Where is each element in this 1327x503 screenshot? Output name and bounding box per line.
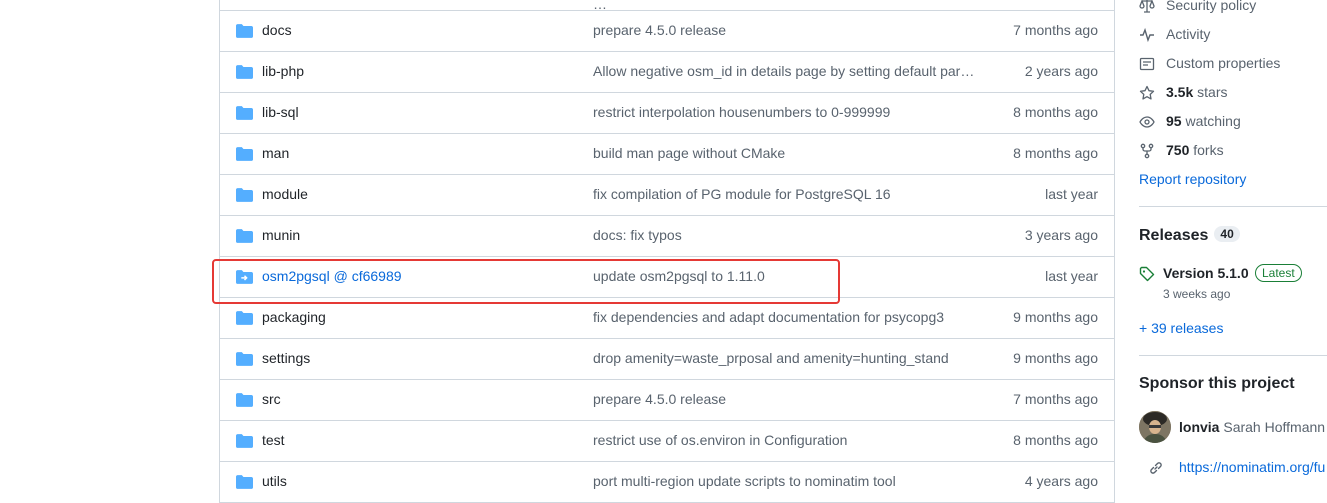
file-name[interactable]: munin (262, 227, 300, 243)
commit-message[interactable]: prepare 4.5.0 release (593, 22, 978, 38)
commit-age: 9 months ago (1013, 350, 1098, 366)
star-icon (1139, 85, 1155, 100)
commit-age: last year (1045, 186, 1098, 202)
stars-count: 3.5k (1166, 84, 1194, 100)
folder-icon (236, 65, 253, 79)
pulse-icon (1140, 27, 1154, 43)
divider (1139, 355, 1327, 356)
file-name[interactable]: settings (262, 350, 310, 366)
file-name[interactable]: packaging (262, 309, 326, 325)
commit-message[interactable]: prepare 4.5.0 release (593, 391, 978, 407)
folder-icon (236, 475, 253, 489)
sponsor-url[interactable]: https://nominatim.org/fu (1179, 459, 1325, 475)
sponsor-avatar[interactable] (1139, 411, 1171, 443)
sponsor-user[interactable]: lonvia Sarah Hoffmann (1179, 419, 1325, 439)
custom-properties-label: Custom properties (1166, 55, 1281, 71)
commit-message[interactable]: docs: fix typos (593, 227, 978, 243)
folder-icon (236, 188, 253, 202)
tag-icon (1139, 266, 1155, 282)
security-policy-label: Security policy (1166, 0, 1257, 13)
commit-message[interactable]: build man page without CMake (593, 145, 978, 161)
sponsor-heading: Sponsor this project (1139, 375, 1295, 392)
commit-message[interactable]: Allow negative osm_id in details page by… (593, 63, 978, 79)
file-row[interactable]: packaging fix dependencies and adapt doc… (220, 298, 1114, 339)
activity-label: Activity (1166, 26, 1211, 42)
folder-icon (236, 393, 253, 407)
file-row[interactable]: munin docs: fix typos 3 years ago (220, 216, 1114, 257)
eye-icon (1139, 116, 1155, 128)
commit-age: 7 months ago (1013, 22, 1098, 38)
file-row[interactable]: module fix compilation of PG module for … (220, 175, 1114, 216)
commit-age: last year (1045, 268, 1098, 284)
file-name[interactable]: module (262, 186, 308, 202)
fork-icon (1140, 143, 1154, 159)
release-date: 3 weeks ago (1163, 287, 1231, 301)
commit-age: 2 years ago (1024, 63, 1098, 79)
divider (1139, 206, 1327, 207)
commit-age: 8 months ago (1013, 145, 1098, 161)
folder-icon (236, 434, 253, 448)
report-repository-link[interactable]: Report repository (1139, 171, 1246, 191)
folder-icon (236, 147, 253, 161)
commit-age: 8 months ago (1013, 104, 1098, 120)
file-name[interactable]: lib-sql (262, 104, 299, 120)
commit-message[interactable]: fix dependencies and adapt documentation… (593, 309, 978, 325)
forks-label: forks (1193, 142, 1224, 158)
file-row[interactable]: test restrict use of os.environ in Confi… (220, 421, 1114, 462)
releases-title: Releases (1139, 227, 1209, 244)
sponsor-username[interactable]: lonvia (1179, 419, 1219, 435)
more-releases-link[interactable]: + 39 releases (1139, 320, 1223, 340)
watching-label: watching (1185, 113, 1241, 129)
watching-count: 95 (1166, 113, 1182, 129)
file-list: … docs prepare 4.5.0 release 7 months ag… (219, 0, 1115, 503)
file-name[interactable]: test (262, 432, 285, 448)
commit-message[interactable]: port multi-region update scripts to nomi… (593, 473, 978, 489)
file-row[interactable]: man build man page without CMake 8 month… (220, 134, 1114, 175)
law-icon (1139, 0, 1155, 13)
file-row[interactable]: src prepare 4.5.0 release 7 months ago (220, 380, 1114, 421)
releases-counter: 40 (1214, 226, 1240, 242)
file-row[interactable]: … (220, 0, 1114, 12)
commit-age: 8 months ago (1013, 432, 1098, 448)
stars-label: stars (1197, 84, 1228, 100)
forks-count: 750 (1166, 142, 1190, 158)
release-name[interactable]: Version 5.1.0 (1163, 265, 1249, 281)
commit-age: 9 months ago (1013, 309, 1098, 325)
folder-icon (236, 106, 253, 120)
file-row[interactable]: utils port multi-region update scripts t… (220, 462, 1114, 503)
commit-message[interactable]: fix compilation of PG module for Postgre… (593, 186, 978, 202)
file-row[interactable]: lib-php Allow negative osm_id in details… (220, 52, 1114, 93)
link-icon (1150, 462, 1162, 474)
file-row[interactable]: settings drop amenity=waste_prposal and … (220, 339, 1114, 380)
commit-age: 4 years ago (1024, 473, 1098, 489)
note-icon (1139, 57, 1155, 71)
folder-icon (236, 24, 253, 38)
avatar-image-icon (1139, 411, 1171, 443)
highlight-box (212, 259, 840, 304)
sponsor-fullname: Sarah Hoffmann (1223, 419, 1326, 435)
file-name[interactable]: utils (262, 473, 287, 489)
releases-heading[interactable]: Releases 40 (1139, 226, 1240, 245)
commit-age: 3 years ago (1024, 227, 1098, 243)
commit-age: 7 months ago (1013, 391, 1098, 407)
file-row[interactable]: lib-sql restrict interpolation housenumb… (220, 93, 1114, 134)
file-name[interactable]: docs (262, 22, 292, 38)
commit-message[interactable]: restrict interpolation housenumbers to 0… (593, 104, 978, 120)
file-name[interactable]: src (262, 391, 281, 407)
latest-badge: Latest (1255, 264, 1302, 282)
commit-message[interactable]: drop amenity=waste_prposal and amenity=h… (593, 350, 978, 366)
file-row[interactable]: docs prepare 4.5.0 release 7 months ago (220, 11, 1114, 52)
folder-icon (236, 311, 253, 325)
folder-icon (236, 229, 253, 243)
sponsor-url-link[interactable]: https://nominatim.org/fu (1139, 458, 1327, 478)
file-name[interactable]: lib-php (262, 63, 304, 79)
folder-icon (236, 352, 253, 366)
file-name[interactable]: man (262, 145, 289, 161)
commit-message[interactable]: restrict use of os.environ in Configurat… (593, 432, 978, 448)
